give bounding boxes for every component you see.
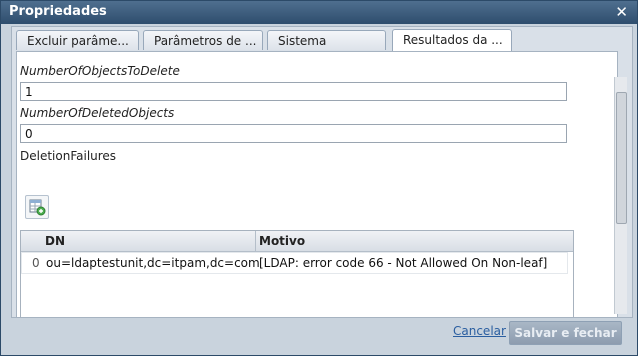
deletion-failures-table: DN Motivo 0 ou=ldaptestunit,dc=itpam,dc=…: [20, 230, 574, 317]
cell-dn: ou=ldaptestunit,dc=itpam,dc=com: [46, 256, 260, 270]
tab-label: Excluir parâme...: [27, 34, 129, 48]
save-and-close-button[interactable]: Salvar e fechar: [509, 321, 622, 345]
export-table-icon: [29, 199, 46, 216]
objects-to-delete-field[interactable]: 1: [20, 82, 567, 101]
tab-resultados[interactable]: Resultados da ...: [392, 29, 512, 51]
scrollbar-thumb[interactable]: [616, 92, 627, 224]
tab-label: Parâmetros de ...: [154, 34, 257, 48]
column-header-dn[interactable]: DN: [45, 234, 65, 248]
column-header-motivo[interactable]: Motivo: [259, 234, 305, 248]
vertical-scrollbar[interactable]: [614, 77, 627, 314]
properties-dialog: Propriedades ✕ Excluir parâme... Parâmet…: [0, 0, 638, 356]
table-row[interactable]: 0 ou=ldaptestunit,dc=itpam,dc=com [LDAP:…: [21, 252, 568, 274]
tab-label: Resultados da ...: [403, 33, 503, 47]
tab-label: Sistema: [278, 34, 327, 48]
tab-panel: NumberOfObjectsToDelete 1 NumberOfDelete…: [16, 51, 618, 318]
title-bar: Propriedades ✕: [1, 1, 637, 24]
export-table-button[interactable]: [25, 195, 49, 219]
deletion-failures-label: DeletionFailures: [20, 149, 117, 163]
row-index: 0: [32, 256, 40, 270]
objects-to-delete-label: NumberOfObjectsToDelete: [20, 64, 180, 78]
tab-excluir-parametros[interactable]: Excluir parâme...: [16, 30, 139, 50]
deleted-objects-field[interactable]: 0: [20, 124, 567, 143]
dialog-body: Excluir parâme... Parâmetros de ... Sist…: [11, 26, 633, 318]
deleted-objects-label: NumberOfDeletedObjects: [20, 106, 175, 120]
close-icon[interactable]: ✕: [615, 3, 628, 21]
cell-reason: [LDAP: error code 66 - Not Allowed On No…: [259, 256, 548, 270]
tab-parametros[interactable]: Parâmetros de ...: [143, 30, 263, 50]
cancel-link[interactable]: Cancelar: [453, 324, 506, 338]
table-header: DN Motivo: [21, 231, 573, 252]
tab-sistema[interactable]: Sistema: [267, 30, 386, 50]
dialog-title: Propriedades: [9, 4, 107, 19]
